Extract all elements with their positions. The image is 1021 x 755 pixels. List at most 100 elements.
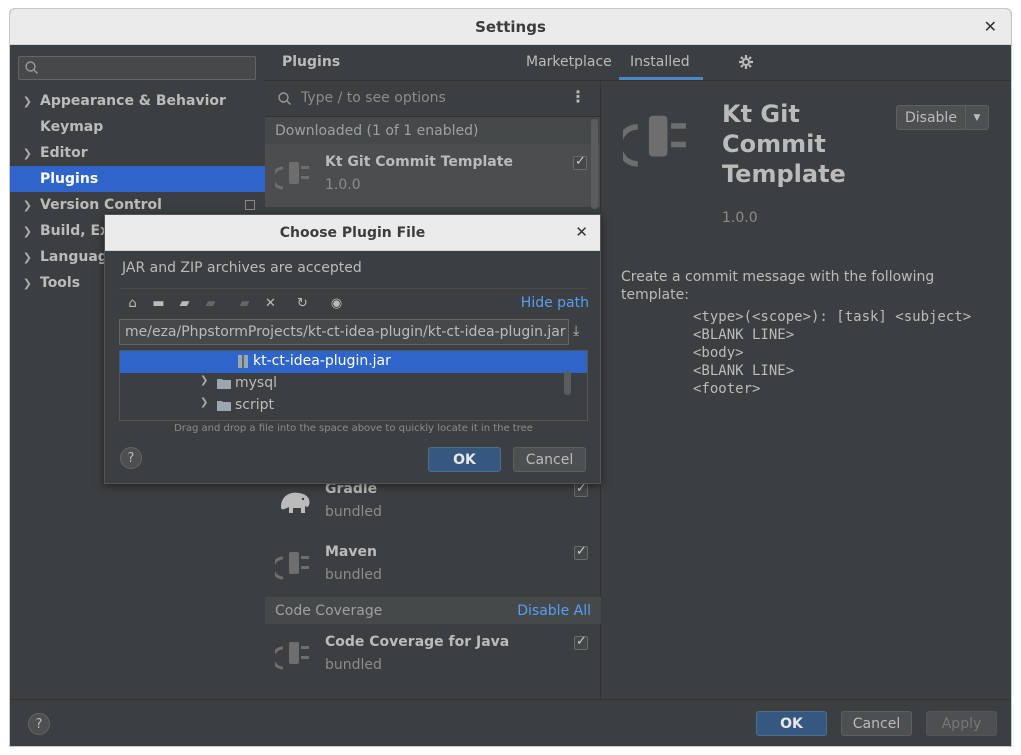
file-tree-row-script[interactable]: ❯ script [120, 395, 587, 417]
folder-name: script [235, 397, 275, 413]
sidebar-item-label: Keymap [40, 119, 104, 135]
template-line: <type>(<scope>): [task] <subject> [693, 309, 972, 325]
file-name: kt-ct-idea-plugin.jar [253, 353, 391, 369]
plugin-row-code-coverage[interactable]: Code Coverage for Java bundled [265, 624, 601, 687]
path-input[interactable]: me/eza/PhpstormProjects/kt-ct-idea-plugi… [119, 319, 569, 345]
plugin-version: bundled [325, 504, 382, 520]
disable-all-link[interactable]: Disable All [517, 603, 591, 619]
show-hidden-icon[interactable]: ◉ [329, 296, 344, 311]
chevron-right-icon[interactable]: ❯ [200, 397, 208, 408]
plugin-enabled-checkbox[interactable] [574, 634, 588, 650]
title-bar: Settings ✕ [10, 9, 1011, 45]
disable-button[interactable]: Disable ▼ [896, 105, 989, 130]
dialog-title-bar: Choose Plugin File ✕ [105, 215, 600, 251]
file-tree-row-mysql[interactable]: ❯ mysql [120, 373, 587, 395]
active-tab-indicator [619, 77, 703, 80]
chevron-right-icon[interactable]: ❯ [200, 375, 208, 386]
more-options-icon[interactable]: ⋮ [570, 87, 586, 106]
chevron-right-icon[interactable]: ❯ [10, 199, 40, 212]
desktop-icon[interactable]: ▬ [151, 296, 166, 311]
file-tree-row-jar[interactable]: kt-ct-idea-plugin.jar [120, 351, 587, 373]
choose-plugin-file-dialog: Choose Plugin File ✕ JAR and ZIP archive… [104, 214, 601, 484]
folder-icon [217, 379, 231, 389]
download-icon[interactable]: ⤓ [573, 323, 579, 339]
chevron-right-icon[interactable]: ❯ [10, 225, 40, 238]
sidebar-item-label: Tools [40, 275, 81, 291]
help-button[interactable]: ? [120, 447, 142, 469]
sidebar-item-label: Appearance & Behavior [40, 93, 226, 109]
search-placeholder: Type / to see options [301, 90, 446, 106]
project-scope-icon [245, 200, 255, 210]
window-title: Settings [475, 17, 546, 36]
dialog-message: JAR and ZIP archives are accepted [122, 260, 362, 276]
template-line: <BLANK LINE> [693, 363, 795, 379]
plugin-row-kt-git[interactable]: Kt Git Commit Template 1.0.0 [265, 144, 600, 207]
chevron-right-icon[interactable]: ❯ [10, 277, 40, 290]
disable-button-label: Disable [897, 106, 966, 129]
cancel-button[interactable]: Cancel [841, 711, 912, 736]
template-line: <BLANK LINE> [693, 327, 795, 343]
plugin-name: Code Coverage for Java [325, 634, 510, 650]
scrollbar[interactable] [564, 371, 571, 395]
hide-path-link[interactable]: Hide path [521, 295, 589, 311]
project-folder-icon[interactable]: ▰ [177, 296, 192, 311]
sidebar-item-label: Editor [40, 145, 88, 161]
close-icon[interactable]: ✕ [984, 17, 997, 36]
apply-button[interactable]: Apply [926, 711, 997, 736]
plugin-icon [623, 115, 686, 167]
template-line: <body> [693, 345, 744, 361]
template-line: <footer> [693, 381, 761, 397]
elephant-icon [281, 492, 310, 513]
tab-installed[interactable]: Installed [630, 54, 690, 70]
plugin-enabled-checkbox[interactable] [573, 154, 587, 170]
file-chooser-toolbar: ⌂ ▬ ▰ ▰ ▰ ✕ ↻ ◉ Hide path [119, 288, 589, 316]
module-folder-icon[interactable]: ▰ [203, 296, 218, 311]
plugin-icon [275, 642, 309, 670]
drag-drop-hint: Drag and drop a file into the space abov… [174, 423, 533, 434]
search-icon [25, 61, 38, 74]
group-header-code-coverage: Code Coverage Disable All [265, 597, 601, 624]
file-tree: kt-ct-idea-plugin.jar ❯ mysql ❯ script [119, 350, 588, 421]
help-button[interactable]: ? [28, 713, 50, 735]
chevron-down-icon[interactable]: ▼ [966, 106, 988, 129]
dialog-ok-button[interactable]: OK [428, 447, 501, 472]
dialog-cancel-button[interactable]: Cancel [513, 447, 586, 472]
plugin-row-maven[interactable]: Maven bundled [265, 534, 601, 597]
chevron-right-icon[interactable]: ❯ [10, 251, 40, 264]
plugins-header: Plugins Marketplace Installed [265, 45, 1011, 81]
jar-file-icon [238, 355, 248, 368]
folder-icon [217, 401, 231, 411]
scrollbar[interactable] [591, 119, 598, 209]
plugin-name: Maven [325, 544, 377, 560]
sidebar-search-input[interactable] [18, 56, 256, 80]
plugin-version: bundled [325, 567, 382, 583]
chevron-right-icon[interactable]: ❯ [10, 147, 40, 160]
plugin-icon [275, 162, 309, 190]
ok-button[interactable]: OK [756, 711, 827, 736]
plugin-description: Create a commit message with the followi… [621, 269, 935, 303]
tab-marketplace[interactable]: Marketplace [526, 54, 612, 70]
refresh-icon[interactable]: ↻ [295, 296, 310, 311]
new-folder-icon[interactable]: ▰ [237, 296, 252, 311]
settings-footer: ? OK Cancel Apply [10, 699, 1011, 746]
plugin-version: 1.0.0 [325, 177, 361, 193]
sidebar-item-editor[interactable]: ❯ Editor [10, 140, 265, 166]
delete-icon[interactable]: ✕ [263, 296, 278, 311]
plugin-icon [275, 552, 309, 580]
group-title: Code Coverage [275, 602, 383, 619]
gear-icon[interactable] [738, 54, 754, 70]
sidebar-item-plugins[interactable]: Plugins [10, 166, 265, 192]
dialog-title: Choose Plugin File [279, 224, 426, 241]
folder-name: mysql [235, 375, 277, 391]
sidebar-item-keymap[interactable]: Keymap [10, 114, 265, 140]
sidebar-item-appearance[interactable]: ❯ Appearance & Behavior [10, 88, 265, 114]
plugin-enabled-checkbox[interactable] [574, 544, 588, 560]
plugin-detail-version: 1.0.0 [722, 210, 758, 226]
page-title: Plugins [282, 54, 341, 70]
close-icon[interactable]: ✕ [575, 223, 588, 241]
sidebar-item-label: Version Control [40, 197, 162, 213]
plugin-search-input[interactable]: Type / to see options ⋮ [265, 81, 600, 117]
home-icon[interactable]: ⌂ [125, 296, 140, 311]
chevron-right-icon[interactable]: ❯ [10, 95, 40, 108]
plugin-enabled-checkbox[interactable] [574, 481, 588, 497]
